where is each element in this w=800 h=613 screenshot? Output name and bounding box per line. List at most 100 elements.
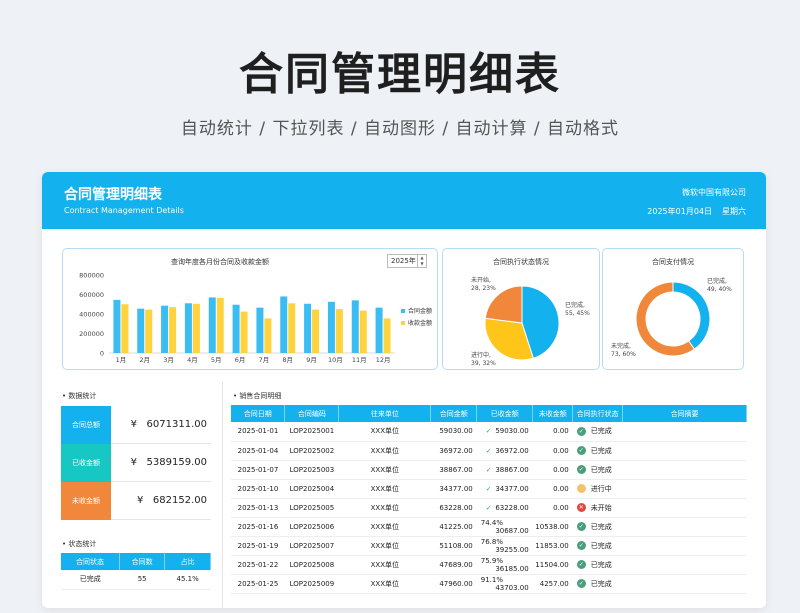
- received-cell: ✓ 36972.00: [476, 441, 533, 461]
- table-row: 2025-01-19 LOP2025007 XXX单位 51108.00 76.8% 39…: [231, 536, 747, 556]
- status-text: 未开始: [590, 503, 612, 512]
- received-cell: 75.9% 36185.00: [476, 555, 533, 575]
- column-header: 已收金额: [476, 405, 534, 422]
- table-row: 2025-01-13 LOP2025005 XXX单位 63228.00 ✓ 63228.…: [231, 498, 747, 518]
- bar-received: [145, 309, 153, 353]
- table-row: 2025-01-10 LOP2025004 XXX单位 34377.00 ✓ 34377.…: [231, 479, 747, 499]
- date-cell: 2025-01-07: [231, 460, 285, 480]
- code-cell: LOP2025001: [284, 422, 339, 442]
- status-text: 已完成: [590, 522, 612, 531]
- summary-cell: [622, 574, 747, 594]
- summary-cell: [622, 460, 747, 480]
- x-tick-label: 3月: [163, 356, 174, 364]
- section-divider: [222, 382, 223, 608]
- status-text: 已完成: [590, 427, 612, 436]
- code-cell: LOP2025004: [284, 479, 339, 499]
- stat-row: 已收金额 ¥ 5389159.00: [61, 444, 211, 482]
- status-text: 已完成: [590, 446, 612, 455]
- hero-features: 自动统计 / 下拉列表 / 自动图形 / 自动计算 / 自动格式: [180, 119, 620, 139]
- amount-cell: 63228.00: [430, 498, 477, 518]
- stat-row: 合同总额 ¥ 6071311.00: [61, 406, 211, 444]
- x-tick-label: 6月: [235, 356, 246, 364]
- received-rate: ✓: [485, 465, 492, 474]
- status-cell: ✓ 已完成: [572, 517, 623, 537]
- check-icon: ✓: [576, 465, 586, 474]
- summary-cell: [622, 479, 747, 499]
- slice-value: 39, 32%: [471, 360, 496, 367]
- x-tick-label: 2月: [139, 356, 150, 364]
- unpaid-cell: 0.00: [532, 460, 573, 480]
- x-tick-label: 8月: [282, 356, 293, 364]
- bar-contract: [327, 301, 335, 353]
- amount-cell: 41225.00: [430, 517, 477, 537]
- bar-contract: [113, 299, 121, 353]
- hero-title: 合同管理明细表: [239, 49, 561, 100]
- bar-received: [264, 318, 272, 353]
- status-stats-table: 合同状态 合同数 占比 已完成 55 45.1%: [61, 553, 211, 590]
- received-value: 36185.00: [495, 564, 529, 573]
- summary-cell: [622, 422, 747, 442]
- status-text: 已完成: [590, 465, 612, 474]
- slice: [672, 281, 711, 350]
- status-pie-card: 合同执行状态情况 已完成, 55, 45% 进行中, 39, 32% 未开始, 28, 2…: [442, 248, 600, 370]
- received-cell: ✓ 63228.00: [476, 498, 533, 518]
- bar-contract: [304, 303, 312, 353]
- status-text: 已完成: [590, 579, 612, 588]
- table-cell: 已完成: [61, 570, 120, 590]
- slice-label: 未开始,: [471, 276, 491, 284]
- column-header: 往来单位: [338, 405, 432, 422]
- received-rate: 91.1%: [480, 575, 503, 584]
- bar-received: [169, 307, 177, 353]
- status-text: 已完成: [590, 541, 612, 550]
- column-header: 合同状态: [61, 553, 121, 570]
- unit-cell: XXX单位: [338, 498, 431, 518]
- status-cell: ✓ 已完成: [572, 555, 623, 575]
- unit-cell: XXX单位: [338, 574, 431, 594]
- dashboard-header: 合同管理明细表 Contract Management Details 微软中国…: [42, 172, 766, 229]
- amount-cell: 59030.00: [430, 422, 477, 442]
- stat-row: 未收金额 ¥ 682152.00: [61, 482, 211, 520]
- summary-cell: [622, 555, 747, 575]
- bar-received: [359, 310, 367, 353]
- received-value: 34377.00: [495, 484, 529, 493]
- column-header: 未收金额: [532, 405, 574, 422]
- code-cell: LOP2025007: [284, 536, 339, 556]
- unit-cell: XXX单位: [338, 422, 431, 442]
- received-rate: ✓: [485, 503, 492, 512]
- received-rate: 76.8%: [480, 537, 503, 546]
- unpaid-cell: 0.00: [532, 441, 573, 461]
- bar-received: [288, 303, 296, 353]
- slice-label: 已完成,: [565, 301, 585, 309]
- slice-value: 73, 60%: [611, 351, 636, 358]
- table-row: 2025-01-01 LOP2025001 XXX单位 59030.00 ✓ 59030.…: [231, 422, 747, 442]
- table-row: 2025-01-04 LOP2025002 XXX单位 36972.00 ✓ 36972.…: [231, 441, 747, 461]
- y-tick-label: 0: [100, 350, 104, 358]
- stat-label: 未收金额: [61, 482, 111, 520]
- date-cell: 2025-01-01: [231, 422, 285, 442]
- received-value: 30687.00: [495, 526, 529, 535]
- received-cell: ✓ 34377.00: [476, 479, 533, 499]
- unit-cell: XXX单位: [338, 517, 431, 537]
- y-tick-label: 800000: [79, 272, 104, 280]
- bar-contract: [184, 303, 192, 353]
- bar-received: [121, 304, 129, 353]
- legend-swatch: [401, 309, 405, 313]
- bar-contract: [208, 297, 216, 353]
- received-value: 38867.00: [495, 465, 529, 474]
- received-cell: 76.8% 39255.00: [476, 536, 533, 556]
- stat-value: ¥ 6071311.00: [111, 406, 211, 444]
- table-row: 2025-01-22 LOP2025008 XXX单位 47689.00 75.9% 36…: [231, 555, 747, 575]
- status-cell: ✓ 已完成: [572, 536, 623, 556]
- date-cell: 2025-01-16: [231, 517, 285, 537]
- column-header: 合同执行状态: [572, 405, 624, 422]
- table-cell: 45.1%: [164, 570, 211, 590]
- summary-cell: [622, 441, 747, 461]
- check-icon: ✓: [576, 541, 586, 550]
- received-rate: 75.9%: [480, 556, 503, 565]
- bar-received: [216, 297, 224, 353]
- legend-label: 收款金额: [408, 319, 432, 327]
- unpaid-cell: 0.00: [532, 479, 573, 499]
- stat-value: ¥ 682152.00: [111, 482, 211, 520]
- unit-cell: XXX单位: [338, 479, 431, 499]
- status-cell: ✓ 已完成: [572, 422, 623, 442]
